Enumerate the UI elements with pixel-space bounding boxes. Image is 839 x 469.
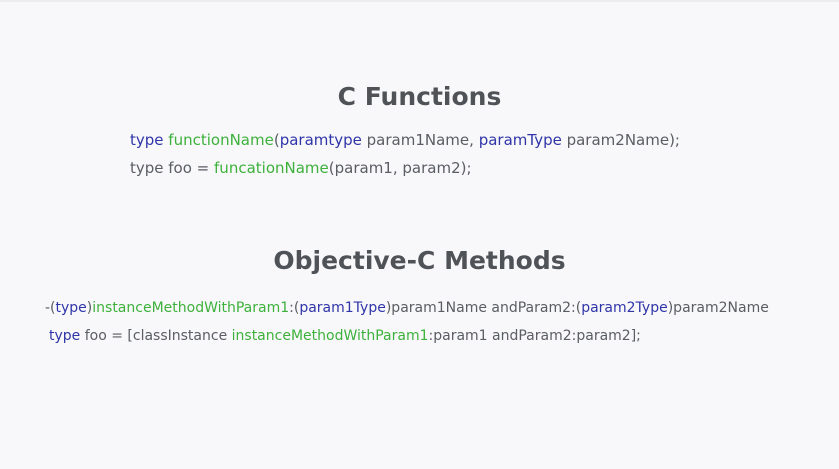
code-token-type: type — [49, 328, 81, 344]
code-token-type: param2Type — [581, 300, 668, 316]
code-token-func: instanceMethodWithParam1 — [231, 328, 429, 344]
code-token-func: funcationName — [214, 159, 329, 177]
code-token-func: functionName — [168, 131, 274, 149]
top-divider — [0, 0, 839, 2]
c-function-declaration-line: type functionName(paramtype param1Name, … — [130, 130, 680, 150]
c-functions-heading: C Functions — [337, 82, 502, 111]
code-token-plain: )param2Name — [667, 300, 769, 316]
code-token-plain: foo = [classInstance — [80, 328, 232, 344]
code-token-plain: (param1, param2); — [328, 159, 472, 177]
code-token-type: paramType — [478, 131, 562, 149]
code-token-plain: param1Name, — [361, 131, 479, 149]
c-function-call-line: type foo = funcationName(param1, param2)… — [130, 158, 472, 178]
code-token-plain: type foo = — [130, 159, 215, 177]
objc-methods-heading: Objective-C Methods — [273, 246, 566, 275]
objc-method-call-line: type foo = [classInstance instanceMethod… — [49, 326, 641, 346]
code-token-plain: -( — [45, 300, 56, 316]
code-token-func: instanceMethodWithParam1 — [92, 300, 290, 316]
code-token-type: type — [130, 131, 164, 149]
objc-method-declaration-line: -(type)instanceMethodWithParam1:(param1T… — [45, 298, 769, 318]
code-token-type: type — [55, 300, 87, 316]
code-token-plain: :param1 andParam2:param2]; — [428, 328, 641, 344]
code-token-type: paramtype — [279, 131, 362, 149]
code-token-plain: :( — [289, 300, 300, 316]
code-token-plain: )param1Name andParam2:( — [385, 300, 582, 316]
code-token-plain: param2Name); — [561, 131, 680, 149]
code-token-type: param1Type — [299, 300, 386, 316]
